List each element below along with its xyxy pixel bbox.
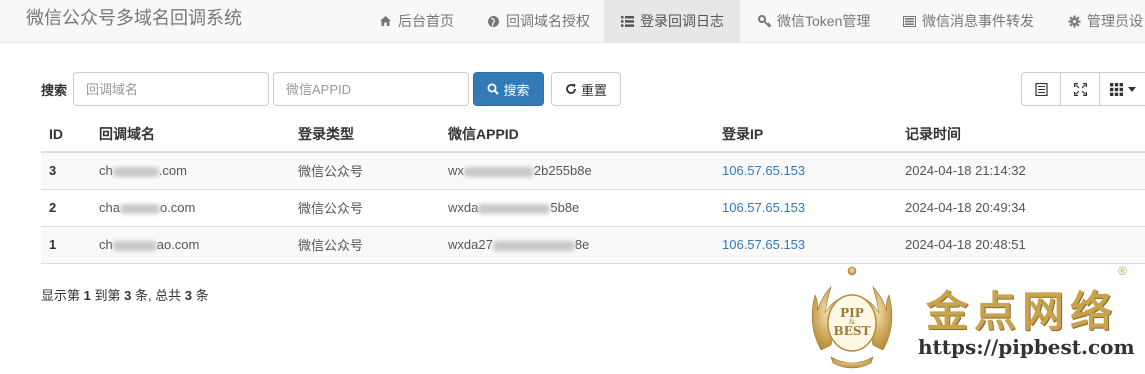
appid-search-input[interactable] <box>273 72 469 106</box>
key-icon <box>757 14 771 28</box>
redacted-blur <box>478 203 551 214</box>
appid-visible-end: 2b255b8e <box>533 163 592 179</box>
redacted-blur <box>119 203 160 214</box>
domain-visible-start: cha <box>99 200 120 215</box>
home-icon <box>378 14 392 28</box>
cell-login-ip[interactable]: 106.57.65.153 <box>714 225 897 264</box>
nav-domain-auth-label: 回调域名授权 <box>506 13 590 29</box>
domain-visible-end: .com <box>158 163 187 179</box>
cell-appid: wxda27 8e <box>440 225 714 264</box>
cell-login-type: 微信公众号 <box>290 151 440 189</box>
domain-visible-start: ch <box>99 237 113 252</box>
fullscreen-button[interactable] <box>1060 72 1100 106</box>
column-header-login-ip[interactable]: 登录IP <box>714 116 897 153</box>
nav-domain-auth[interactable]: 回调域名授权 <box>474 0 602 42</box>
pagination-prefix: 显示第 <box>41 288 84 303</box>
watermark-brand: 金点网络 <box>926 287 1119 336</box>
table-view-controls <box>1021 72 1145 106</box>
appid-visible-end: 8e <box>574 237 590 252</box>
seal-text-bottom: BEST <box>834 324 871 338</box>
watermark-url: https://pipbest.com <box>918 335 1135 359</box>
pagination-mid2: 条, 总共 <box>131 288 185 303</box>
redacted-blur <box>463 166 534 177</box>
domain-search-input[interactable] <box>73 72 269 106</box>
appid-visible-start: wxda27 <box>448 237 493 252</box>
nav-token[interactable]: 微信Token管理 <box>745 0 882 42</box>
column-header-appid[interactable]: 微信APPID <box>440 116 714 153</box>
nav-home[interactable]: 后台首页 <box>366 0 466 42</box>
nav-admin-settings-label: 管理员设 <box>1087 13 1143 29</box>
nav-login-log-label: 登录回调日志 <box>640 13 724 29</box>
reset-button-label: 重置 <box>580 82 607 98</box>
reset-button[interactable]: 重置 <box>551 72 621 106</box>
column-header-domain[interactable]: 回调域名 <box>91 116 290 153</box>
table-row: 1 ch ao.com 微信公众号 wxda27 8e 106.57.65.153 … <box>41 225 1145 264</box>
cell-domain: ch ao.com <box>91 225 290 264</box>
pagination-suffix: 条 <box>192 288 209 303</box>
list-alt-icon <box>1034 82 1048 96</box>
search-label: 搜索 <box>41 83 68 98</box>
gear-icon <box>1067 14 1081 28</box>
table-row: 3 ch .com 微信公众号 wx 2b255b8e 106.57.65.153 … <box>41 151 1145 189</box>
table-row: 2 cha o.com 微信公众号 wxda 5b8e 106.57.65.153 … <box>41 188 1145 226</box>
columns-button[interactable] <box>1099 72 1145 106</box>
cell-id: 1 <box>41 225 91 264</box>
domain-visible-end: o.com <box>159 200 196 215</box>
cell-domain: ch .com <box>91 151 290 189</box>
domain-visible-start: ch <box>99 163 113 179</box>
nav-login-log[interactable]: 登录回调日志 <box>604 0 740 42</box>
redacted-blur <box>112 240 157 251</box>
pagination-total: 3 <box>184 288 193 303</box>
toggle-view-button[interactable] <box>1021 72 1061 106</box>
refresh-icon <box>566 83 576 94</box>
cell-login-type: 微信公众号 <box>290 188 440 226</box>
cell-login-ip[interactable]: 106.57.65.153 <box>714 188 897 226</box>
column-header-id[interactable]: ID <box>41 116 91 153</box>
redacted-blur <box>492 240 575 251</box>
domain-visible-end: ao.com <box>156 237 200 252</box>
nav-msg-forward-label: 微信消息事件转发 <box>922 13 1034 29</box>
login-log-table: ID 回调域名 登录类型 微信APPID 登录IP 记录时间 3 ch .com … <box>41 116 1145 264</box>
cell-record-time: 2024-04-18 20:48:51 <box>897 225 1145 264</box>
globe-icon <box>486 14 500 28</box>
column-header-record-time[interactable]: 记录时间 <box>897 116 1145 153</box>
redacted-blur <box>112 166 159 177</box>
appid-visible-start: wx <box>448 163 464 179</box>
cell-record-time: 2024-04-18 20:49:34 <box>897 188 1145 226</box>
search-button[interactable]: 搜索 <box>473 72 544 106</box>
list-icon <box>620 14 634 28</box>
pipbest-seal-logo: PIP & BEST <box>811 266 893 369</box>
appid-visible-end: 5b8e <box>550 200 580 215</box>
pagination-from: 1 <box>83 288 91 303</box>
cell-id: 3 <box>41 151 91 189</box>
cell-appid: wx 2b255b8e <box>440 151 714 189</box>
top-navbar: 微信公众号多域名回调系统 后台首页 回调域名授权 登录回调日志 微信Token管… <box>0 0 1145 43</box>
columns-icon <box>1109 82 1123 96</box>
fullscreen-icon <box>1073 82 1087 96</box>
appid-visible-start: wxda <box>448 200 479 215</box>
nav-msg-forward[interactable]: 微信消息事件转发 <box>890 0 1046 42</box>
pagination-mid1: 到第 <box>90 288 125 303</box>
search-button-label: 搜索 <box>503 82 530 98</box>
nav-token-label: 微信Token管理 <box>777 13 871 29</box>
pagination-info: 显示第 1 到第 3 条, 总共 3 条 <box>41 285 209 304</box>
nav-home-label: 后台首页 <box>398 13 454 29</box>
nav-admin-settings[interactable]: 管理员设 <box>1055 0 1145 42</box>
column-header-login-type[interactable]: 登录类型 <box>290 116 440 153</box>
app-title[interactable]: 微信公众号多域名回调系统 <box>26 7 242 29</box>
search-icon <box>487 83 500 95</box>
cell-login-ip[interactable]: 106.57.65.153 <box>714 151 897 189</box>
cell-id: 2 <box>41 188 91 226</box>
cell-domain: cha o.com <box>91 188 290 226</box>
registered-mark: ® <box>1118 264 1127 278</box>
cell-appid: wxda 5b8e <box>440 188 714 226</box>
caret-down-icon <box>1127 86 1136 92</box>
cell-login-type: 微信公众号 <box>290 225 440 264</box>
table-header-row: ID 回调域名 登录类型 微信APPID 登录IP 记录时间 <box>41 116 1145 153</box>
tasks-icon <box>902 14 916 28</box>
cell-record-time: 2024-04-18 21:14:32 <box>897 151 1145 189</box>
